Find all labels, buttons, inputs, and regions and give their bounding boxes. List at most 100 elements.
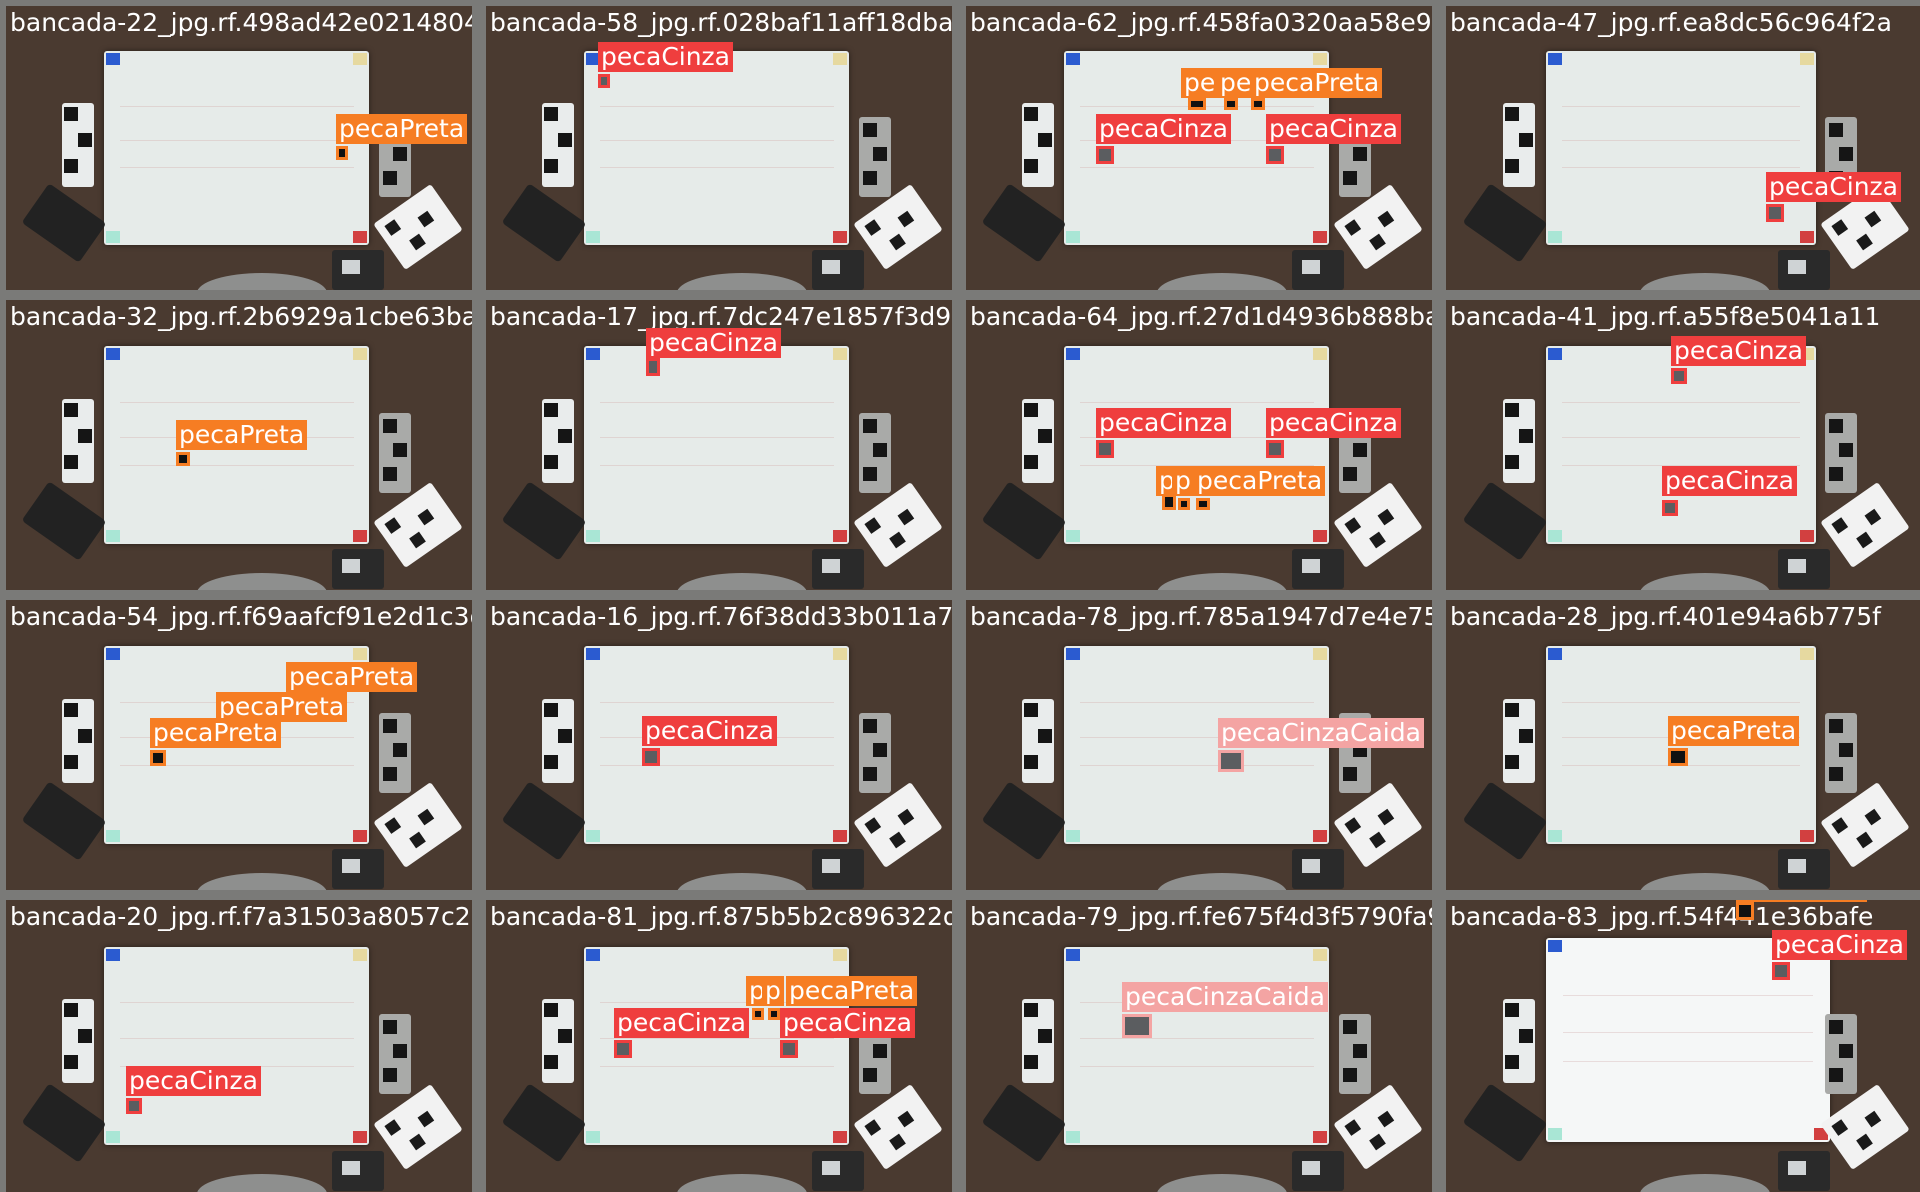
turntable — [197, 872, 328, 890]
left-fixture — [1502, 398, 1535, 483]
bounding-box — [614, 1040, 632, 1058]
detection-label: pecaCinza — [1772, 930, 1908, 960]
blue-marker — [1547, 53, 1562, 66]
bounding-box — [1736, 902, 1754, 920]
bounding-box — [1251, 98, 1265, 110]
green-marker — [1547, 1128, 1562, 1141]
tile-title: bancada-79_jpg.rf.fe675f4d3f5790fa9cbe — [970, 902, 1432, 931]
bounding-box — [642, 748, 660, 766]
bounding-box — [646, 358, 660, 376]
bounding-box — [752, 1008, 764, 1020]
detection-label: pecaCinza — [126, 1066, 262, 1096]
bounding-box — [1096, 440, 1114, 458]
bounding-box — [1266, 146, 1284, 164]
green-marker — [1547, 230, 1562, 243]
turntable — [1157, 272, 1288, 290]
image-tile: bancada-83_jpg.rf.54f441e36bafepecaPreta… — [1446, 900, 1920, 1192]
red-marker — [1313, 529, 1328, 542]
red-marker — [1799, 829, 1814, 842]
yellow-marker — [353, 948, 368, 961]
detection-label: pecaCinza — [646, 328, 782, 358]
tile-title: bancada-83_jpg.rf.54f441e36bafe — [1450, 902, 1874, 931]
detection-label: p — [1172, 466, 1194, 496]
turntable — [1640, 572, 1771, 590]
tile-title: bancada-81_jpg.rf.875b5b2c896322da88deb7… — [490, 902, 952, 931]
white-fixture — [853, 184, 944, 271]
work-board — [1063, 946, 1330, 1146]
left-fixture — [1021, 102, 1054, 187]
yellow-marker — [1313, 948, 1328, 961]
bounding-box — [150, 750, 166, 766]
work-board — [103, 946, 370, 1146]
left-fixture — [61, 398, 94, 483]
black-fixture — [1462, 781, 1548, 861]
image-tile: bancada-79_jpg.rf.fe675f4d3f5790fa9cbepe… — [966, 900, 1432, 1192]
motor-unit — [1292, 849, 1345, 890]
white-fixture — [1333, 184, 1424, 271]
tile-title: bancada-47_jpg.rf.ea8dc56c964f2a — [1450, 8, 1892, 37]
motor-unit — [1777, 250, 1830, 290]
detection-label: pecaPreta — [1668, 716, 1800, 746]
motor-unit — [332, 250, 385, 290]
bounding-box — [1766, 204, 1784, 222]
motor-unit — [812, 1151, 865, 1192]
green-marker — [585, 230, 600, 243]
green-marker — [1065, 1131, 1080, 1144]
work-board — [103, 51, 370, 245]
black-fixture — [981, 1082, 1067, 1163]
green-marker — [1547, 529, 1562, 542]
right-fixture — [1825, 413, 1858, 494]
right-fixture — [858, 713, 891, 794]
left-fixture — [61, 698, 94, 783]
image-tile: bancada-58_jpg.rf.028baf11aff18dba73a400… — [486, 6, 952, 290]
left-fixture — [1021, 999, 1054, 1084]
detection-label: pecaCinzaCaida — [1218, 718, 1424, 748]
blue-marker — [105, 648, 120, 661]
black-fixture — [501, 481, 587, 561]
bounding-box — [1662, 500, 1678, 516]
bounding-box — [1122, 1014, 1152, 1038]
green-marker — [105, 829, 120, 842]
left-fixture — [1502, 102, 1535, 187]
blue-marker — [1065, 348, 1080, 361]
detection-label: pecaPreta — [176, 420, 308, 450]
blue-marker — [585, 348, 600, 361]
bounding-box — [1178, 498, 1190, 510]
image-tile: bancada-62_jpg.rf.458fa0320aa58e95f4b484… — [966, 6, 1432, 290]
bounding-box — [598, 74, 610, 88]
detection-label: pecaCinza — [598, 42, 734, 72]
turntable — [677, 872, 808, 890]
detection-label: pecaCinza — [642, 716, 778, 746]
motor-unit — [1292, 549, 1345, 590]
work-board — [583, 51, 850, 245]
white-fixture — [373, 1083, 464, 1170]
black-fixture — [21, 1082, 107, 1163]
work-board — [583, 346, 850, 544]
white-fixture — [1820, 482, 1910, 569]
tile-title: bancada-28_jpg.rf.401e94a6b775f — [1450, 602, 1881, 631]
image-tile: bancada-54_jpg.rf.f69aafcf91e2d1c3dfe2pe… — [6, 600, 472, 890]
tile-title: bancada-54_jpg.rf.f69aafcf91e2d1c3dfe2 — [10, 602, 472, 631]
red-marker — [1313, 829, 1328, 842]
red-marker — [1313, 1131, 1328, 1144]
white-fixture — [1820, 1083, 1910, 1170]
bounding-box — [780, 1040, 798, 1058]
green-marker — [585, 529, 600, 542]
blue-marker — [1547, 348, 1562, 361]
detection-label: p — [762, 976, 784, 1006]
blue-marker — [1065, 648, 1080, 661]
white-fixture — [853, 1083, 944, 1170]
blue-marker — [105, 348, 120, 361]
yellow-marker — [353, 348, 368, 361]
bounding-box — [1266, 440, 1284, 458]
motor-unit — [332, 549, 385, 590]
detection-label: pecaCinza — [1766, 172, 1902, 202]
right-fixture — [1825, 713, 1858, 794]
green-marker — [1065, 230, 1080, 243]
black-fixture — [1462, 1082, 1548, 1163]
bounding-box — [1196, 498, 1210, 510]
detection-label: pecaCinza — [614, 1008, 750, 1038]
black-fixture — [501, 183, 587, 263]
red-marker — [353, 1131, 368, 1144]
right-fixture — [1338, 1013, 1371, 1094]
